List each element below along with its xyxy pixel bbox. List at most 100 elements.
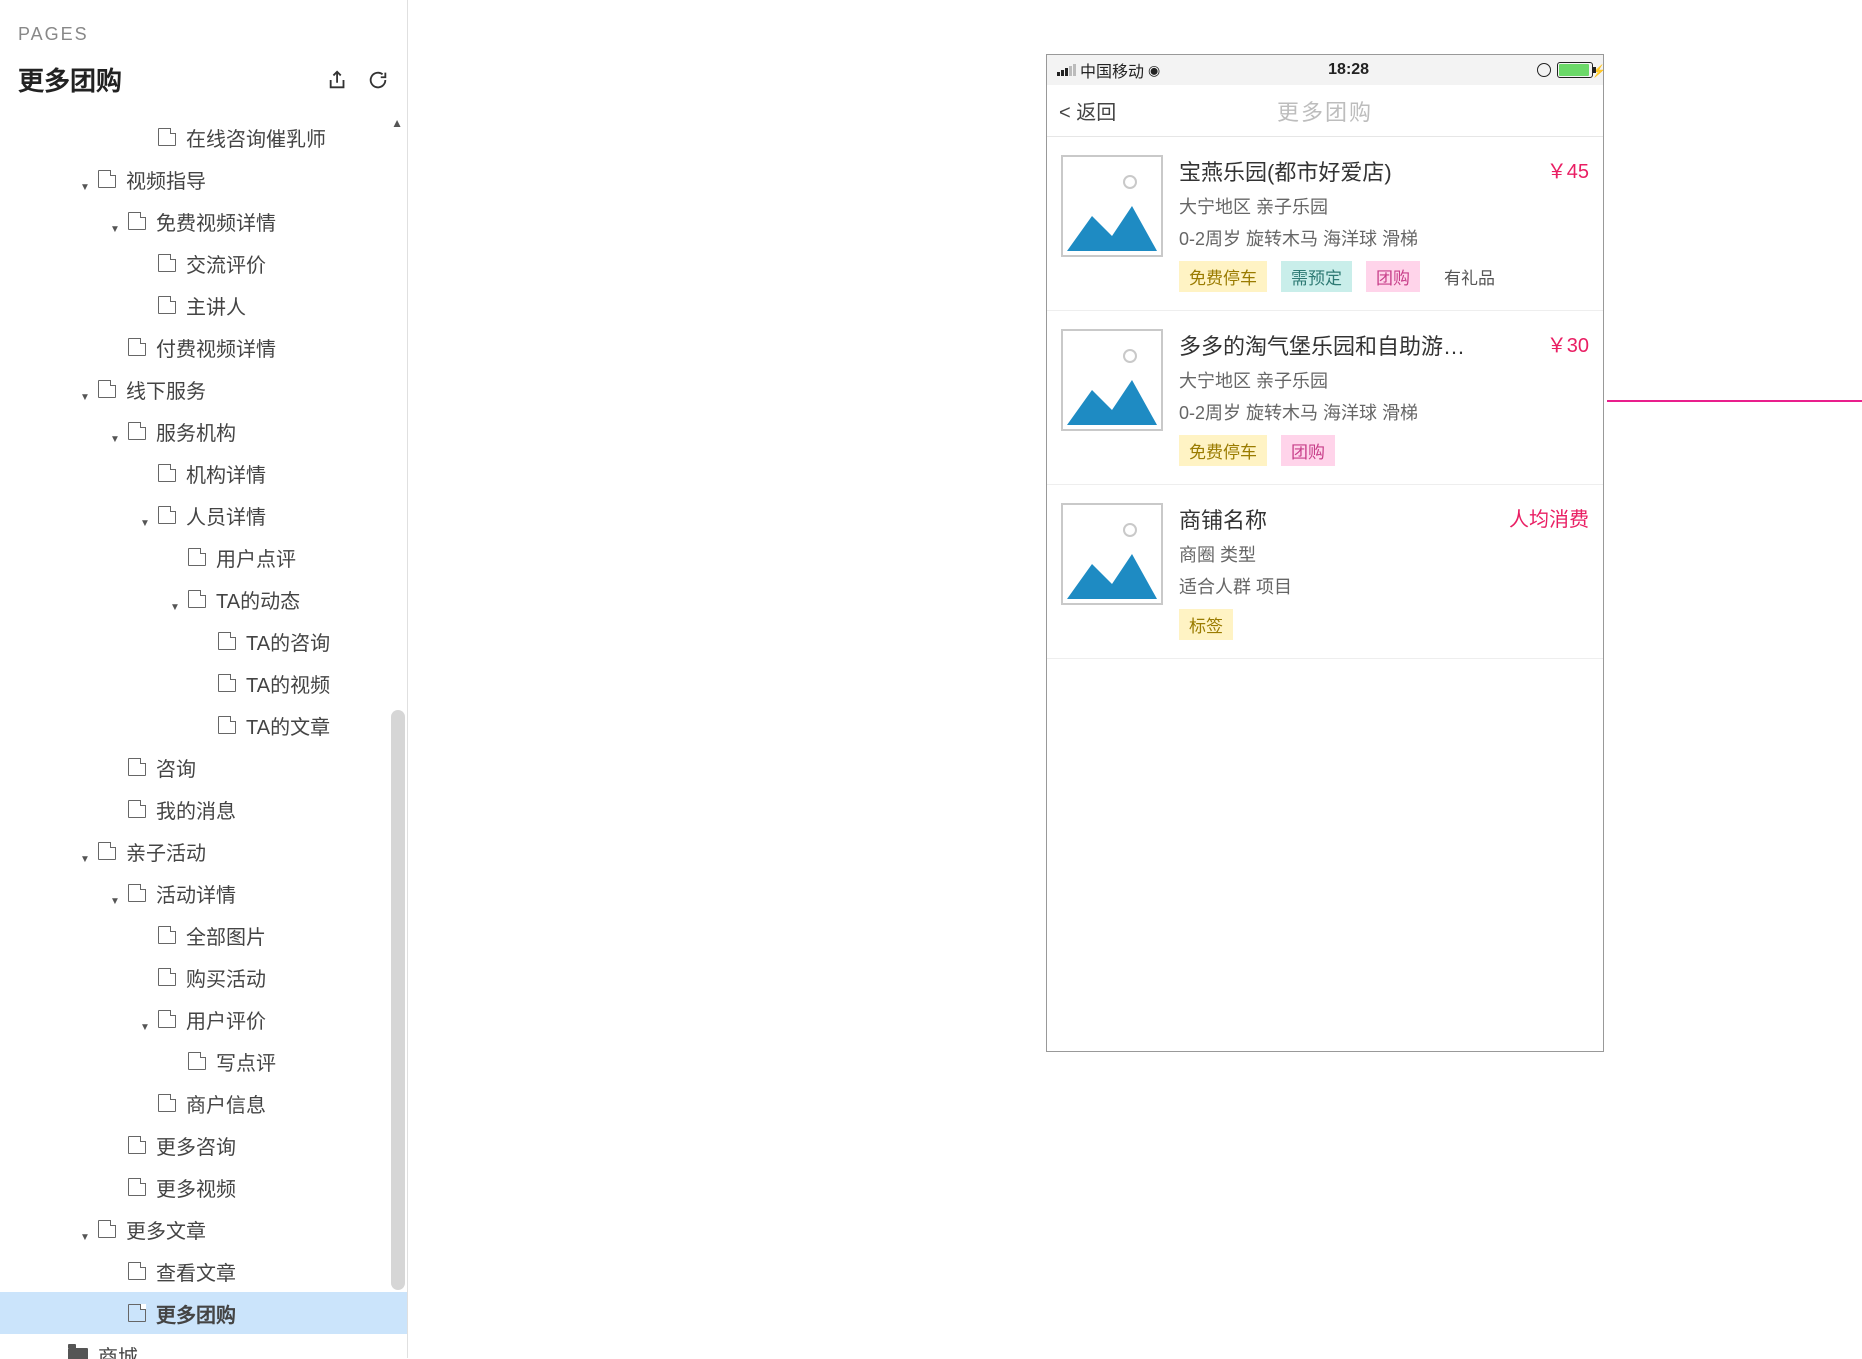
- tree-item[interactable]: 免费视频详情: [0, 200, 407, 242]
- item-tags: 标签: [1179, 609, 1589, 640]
- page-title: 更多团购: [18, 61, 122, 98]
- file-icon: [128, 338, 146, 356]
- item-meta: 大宁地区 亲子乐园: [1179, 367, 1589, 393]
- caret-down-icon[interactable]: [80, 173, 92, 185]
- tree-item[interactable]: 更多文章: [0, 1208, 407, 1250]
- list-item[interactable]: 宝燕乐园(都市好爱店)￥45大宁地区 亲子乐园0-2周岁 旋转木马 海洋球 滑梯…: [1047, 137, 1603, 311]
- tree-item[interactable]: 更多团购: [0, 1292, 407, 1334]
- tree-item[interactable]: 商城: [0, 1334, 407, 1359]
- caret-down-icon[interactable]: [140, 1013, 152, 1025]
- tree-item[interactable]: 咨询: [0, 746, 407, 788]
- item-meta: 商圈 类型: [1179, 541, 1589, 567]
- file-icon: [218, 716, 236, 734]
- caret-down-icon[interactable]: [140, 509, 152, 521]
- title-icons: [327, 69, 389, 91]
- tree-item-label: 商城: [98, 1341, 138, 1359]
- page-title-row: 更多团购: [18, 61, 389, 98]
- file-icon: [128, 884, 146, 902]
- tree-item-label: 咨询: [156, 753, 196, 782]
- tree-item-label: 更多视频: [156, 1173, 236, 1202]
- caret-down-icon[interactable]: [170, 593, 182, 605]
- tree-item[interactable]: 购买活动: [0, 956, 407, 998]
- back-button[interactable]: < 返回: [1059, 96, 1116, 125]
- file-icon: [158, 128, 176, 146]
- tree-item[interactable]: TA的视频: [0, 662, 407, 704]
- tree-item[interactable]: 查看文章: [0, 1250, 407, 1292]
- caret-down-icon[interactable]: [110, 887, 122, 899]
- item-tags: 免费停车团购: [1179, 435, 1589, 466]
- file-icon: [158, 926, 176, 944]
- scrollbar[interactable]: [391, 710, 405, 1305]
- tree-item[interactable]: 用户点评: [0, 536, 407, 578]
- tree-item[interactable]: TA的文章: [0, 704, 407, 746]
- item-price: ￥45: [1547, 155, 1589, 184]
- status-bar: 中国移动 ◉ 18:28 ⚡: [1047, 55, 1603, 85]
- tree-item[interactable]: 在线咨询催乳师: [0, 116, 407, 158]
- tree-item[interactable]: 我的消息: [0, 788, 407, 830]
- caret-down-icon[interactable]: [110, 215, 122, 227]
- file-icon: [158, 1094, 176, 1112]
- battery-icon: ⚡: [1557, 62, 1593, 78]
- tree-item[interactable]: 主讲人: [0, 284, 407, 326]
- tree-item-label: TA的视频: [246, 669, 330, 698]
- canvas: 中国移动 ◉ 18:28 ⚡ < 返回 更多团购 宝燕乐园(都市好爱店) ￥45 大…: [408, 0, 1862, 1358]
- caret-down-icon[interactable]: [110, 425, 122, 437]
- tree-item[interactable]: 人员详情: [0, 494, 407, 536]
- sidebar-header: PAGES 更多团购: [0, 0, 407, 106]
- tree-item[interactable]: 活动详情: [0, 872, 407, 914]
- list-item[interactable]: 商铺名称人均消费商圈 类型适合人群 项目标签: [1047, 485, 1603, 659]
- tree-item[interactable]: 商户信息: [0, 1082, 407, 1124]
- tree-item[interactable]: 机构详情: [0, 452, 407, 494]
- tree-item[interactable]: 服务机构: [0, 410, 407, 452]
- tag: 标签: [1179, 609, 1233, 640]
- caret-down-icon[interactable]: [80, 1223, 92, 1235]
- tree-item-label: 交流评价: [186, 249, 266, 278]
- tree-item[interactable]: 亲子活动: [0, 830, 407, 872]
- file-icon: [218, 632, 236, 650]
- tree-item[interactable]: 线下服务: [0, 368, 407, 410]
- tree-item-label: 活动详情: [156, 879, 236, 908]
- status-right: ⚡: [1537, 62, 1593, 78]
- refresh-icon[interactable]: [367, 69, 389, 91]
- share-icon[interactable]: [327, 69, 349, 91]
- caret-down-icon[interactable]: [80, 845, 92, 857]
- list-item[interactable]: 多多的淘气堡乐园和自助游验...￥30大宁地区 亲子乐园0-2周岁 旋转木马 海…: [1047, 311, 1603, 485]
- tree-item[interactable]: 视频指导: [0, 158, 407, 200]
- file-icon: [98, 842, 116, 860]
- item-price: ￥30: [1547, 329, 1589, 358]
- item-body: 宝燕乐园(都市好爱店)￥45大宁地区 亲子乐园0-2周岁 旋转木马 海洋球 滑梯…: [1179, 155, 1589, 292]
- tag: 团购: [1281, 435, 1335, 466]
- annotation-line: [1607, 400, 1862, 402]
- scrollbar-thumb[interactable]: [391, 710, 405, 1290]
- tree-item[interactable]: 更多视频: [0, 1166, 407, 1208]
- file-icon: [128, 422, 146, 440]
- tree-item-label: 更多咨询: [156, 1131, 236, 1160]
- tree-item[interactable]: 付费视频详情: [0, 326, 407, 368]
- tree-item[interactable]: 用户评价: [0, 998, 407, 1040]
- tree-item-label: 线下服务: [126, 375, 206, 404]
- tree-item[interactable]: 全部图片: [0, 914, 407, 956]
- tree-item-label: 主讲人: [186, 291, 246, 320]
- file-icon: [188, 590, 206, 608]
- caret-down-icon[interactable]: [80, 383, 92, 395]
- tree-item[interactable]: TA的动态: [0, 578, 407, 620]
- item-meta: 0-2周岁 旋转木马 海洋球 滑梯: [1179, 399, 1589, 425]
- item-name: 宝燕乐园(都市好爱店): [1179, 155, 1392, 187]
- tree-item[interactable]: 交流评价: [0, 242, 407, 284]
- file-icon: [158, 296, 176, 314]
- tree-item-label: 购买活动: [186, 963, 266, 992]
- file-icon: [128, 1136, 146, 1154]
- file-icon: [98, 380, 116, 398]
- tree-item[interactable]: 写点评: [0, 1040, 407, 1082]
- file-icon: [98, 170, 116, 188]
- tree-item-label: 机构详情: [186, 459, 266, 488]
- page-tree[interactable]: 在线咨询催乳师视频指导免费视频详情交流评价主讲人付费视频详情线下服务服务机构机构…: [0, 116, 407, 1359]
- nav-title: 更多团购: [1277, 95, 1373, 127]
- tree-item[interactable]: TA的咨询: [0, 620, 407, 662]
- tree-item-label: 免费视频详情: [156, 207, 276, 236]
- tree-item[interactable]: 更多咨询: [0, 1124, 407, 1166]
- file-icon: [128, 1304, 146, 1322]
- image-placeholder-icon: [1061, 503, 1163, 605]
- item-meta: 适合人群 项目: [1179, 573, 1589, 599]
- signal-icon: [1057, 64, 1076, 76]
